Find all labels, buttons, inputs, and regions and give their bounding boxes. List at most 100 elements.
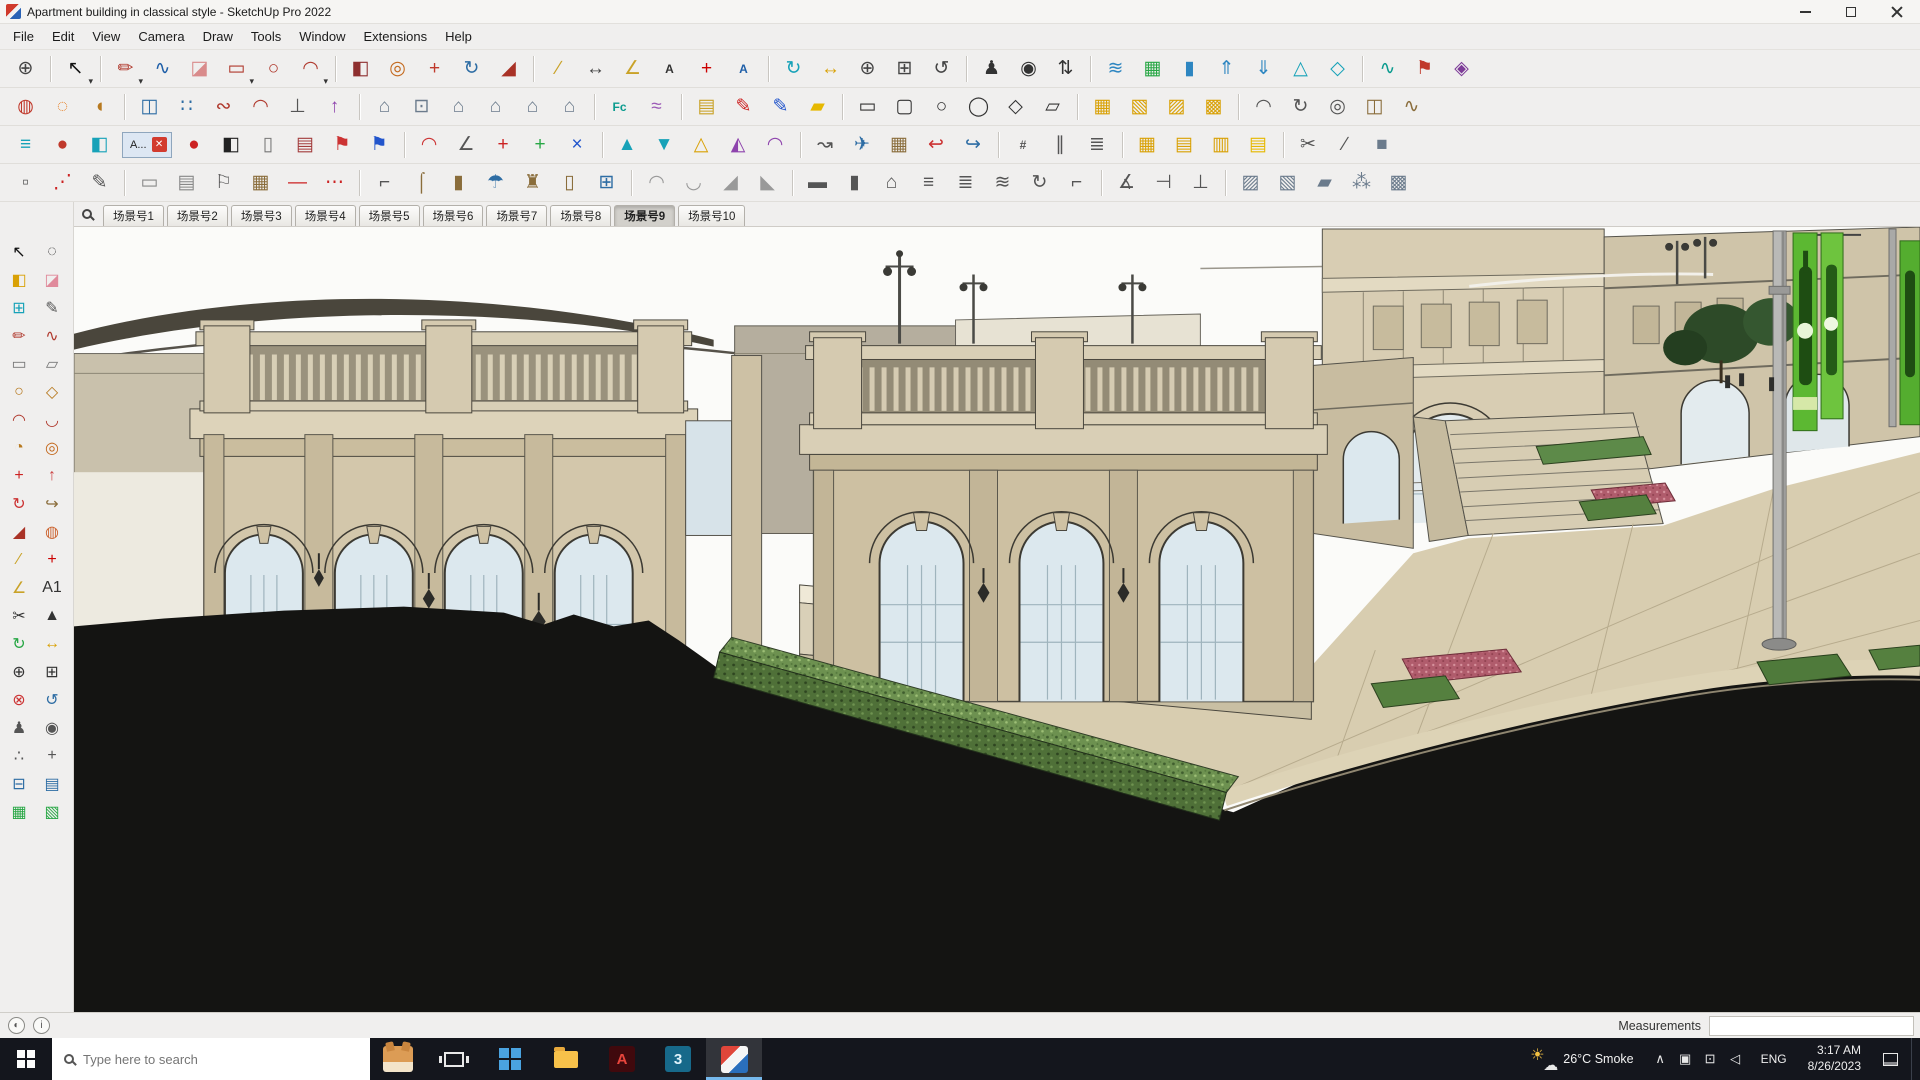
select-tool[interactable]: ↖: [4, 238, 35, 265]
escalator-tool[interactable]: ≣: [1080, 128, 1115, 161]
knife-tool[interactable]: ∕: [1328, 128, 1363, 161]
eraser-tool[interactable]: ◪: [182, 52, 217, 85]
spiral-stair-tool[interactable]: ↻: [1022, 166, 1057, 199]
rotate-tool[interactable]: ↻: [454, 52, 489, 85]
move-tool[interactable]: +: [417, 52, 452, 85]
undo-arc-tool[interactable]: ↩: [919, 128, 954, 161]
menu-edit[interactable]: Edit: [43, 26, 83, 47]
walk-tool[interactable]: ⇅: [1048, 52, 1083, 85]
extrude-tool[interactable]: ↑: [317, 90, 352, 123]
red-line-tool[interactable]: ―: [280, 166, 315, 199]
zoom-window-tool[interactable]: ⊞: [37, 658, 68, 685]
spray-tool[interactable]: ⁂: [1344, 166, 1379, 199]
zoom-tool[interactable]: ⊕: [850, 52, 885, 85]
section-plane-tool[interactable]: ⊟: [4, 770, 35, 797]
menu-camera[interactable]: Camera: [129, 26, 193, 47]
outline-flag-tool[interactable]: ⚐: [206, 166, 241, 199]
axes-tool[interactable]: +: [37, 546, 68, 573]
green-plus-tool[interactable]: +: [523, 128, 558, 161]
red-flag-tool[interactable]: ⚑: [325, 128, 360, 161]
iso-view-button[interactable]: ⌂: [367, 90, 402, 123]
arc-segment-tool[interactable]: ◠: [1246, 90, 1281, 123]
zigzag-tool[interactable]: ∿: [1394, 90, 1429, 123]
offset-tool[interactable]: ◎: [380, 52, 415, 85]
pie-tool[interactable]: ◔: [4, 434, 35, 461]
extension-flag-tool[interactable]: ⚑: [1407, 52, 1442, 85]
measurements-input[interactable]: [1709, 1015, 1914, 1036]
top-view-button[interactable]: ⊡: [404, 90, 439, 123]
scene-tab-10[interactable]: 场景号10: [678, 205, 746, 226]
zoom-extents-tool[interactable]: ⊗: [4, 686, 35, 713]
viewport-3d-model[interactable]: [74, 227, 1920, 1012]
front-view-button[interactable]: ⌂: [441, 90, 476, 123]
text-tool[interactable]: A1: [37, 574, 68, 601]
pan-tool[interactable]: ↔: [37, 630, 68, 657]
previous-view-tool[interactable]: ↺: [924, 52, 959, 85]
l-stair-tool[interactable]: ≣: [948, 166, 983, 199]
pyramid-tool[interactable]: △: [684, 128, 719, 161]
menu-tools[interactable]: Tools: [242, 26, 290, 47]
back-view-button[interactable]: ⌂: [515, 90, 550, 123]
pencil-tool[interactable]: ✎: [37, 294, 68, 321]
scene-tab-4[interactable]: 场景号4: [294, 205, 356, 226]
action-center-button[interactable]: [1873, 1038, 1907, 1080]
look-around-tool[interactable]: ◉: [37, 714, 68, 741]
round-corner-tool[interactable]: ◖: [82, 90, 117, 123]
pan-tool[interactable]: ↔: [813, 52, 848, 85]
material-box-tool[interactable]: ▧: [1270, 166, 1305, 199]
protractor-tool[interactable]: ∠: [4, 574, 35, 601]
smoove-tool[interactable]: ▮: [1172, 52, 1207, 85]
table-rows-tool[interactable]: ▤: [1241, 128, 1276, 161]
3ds-max-button[interactable]: 3: [650, 1038, 706, 1080]
two-point-arc-tool[interactable]: ◡: [37, 406, 68, 433]
materials-panel-tool[interactable]: ●: [45, 128, 80, 161]
drape-tool[interactable]: ⇓: [1246, 52, 1281, 85]
shape-rounded-rectangle-tool[interactable]: ▢: [887, 90, 922, 123]
scene-tab-9[interactable]: 场景号9: [614, 205, 676, 226]
column-tool[interactable]: ▮: [441, 166, 476, 199]
cone-tool[interactable]: ▲: [610, 128, 645, 161]
menu-extensions[interactable]: Extensions: [355, 26, 437, 47]
position-camera-tool[interactable]: ♟: [4, 714, 35, 741]
extension-diamond-tool[interactable]: ◈: [1444, 52, 1479, 85]
railing-tool[interactable]: ∥: [1043, 128, 1078, 161]
tape-measure-tool[interactable]: ∕: [541, 52, 576, 85]
solid-grid-tool[interactable]: ▩: [1196, 90, 1231, 123]
panel-tool[interactable]: ▭: [132, 166, 167, 199]
cube-frame-tool[interactable]: ▫: [8, 166, 43, 199]
scene-search-icon[interactable]: [82, 209, 92, 219]
paint-bucket-tool[interactable]: ◧: [4, 266, 35, 293]
level-tool[interactable]: ⊣: [1146, 166, 1181, 199]
shape-ellipse-tool[interactable]: ◯: [961, 90, 996, 123]
look-around-tool[interactable]: ◉: [1011, 52, 1046, 85]
pencil-edit-tool[interactable]: ✎: [82, 166, 117, 199]
red-marker-tool[interactable]: ✎: [726, 90, 761, 123]
molding-tool[interactable]: ⌠: [404, 166, 439, 199]
arc-tool[interactable]: ◠: [4, 406, 35, 433]
white-display-tool[interactable]: ▯: [251, 128, 286, 161]
menu-view[interactable]: View: [83, 26, 129, 47]
plumb-tool[interactable]: ⊥: [1183, 166, 1218, 199]
weather-widget[interactable]: ☀ ☁ 26°C Smoke: [1520, 1038, 1643, 1080]
scene-tab-6[interactable]: 场景号6: [422, 205, 484, 226]
flip-edge-tool[interactable]: ◇: [1320, 52, 1355, 85]
push-pull-tool[interactable]: ◧: [343, 52, 378, 85]
hatch-tool[interactable]: ▨: [1159, 90, 1194, 123]
polygon-tool[interactable]: ◇: [37, 378, 68, 405]
show-desktop-button[interactable]: [1911, 1038, 1918, 1080]
scene-tab-7[interactable]: 场景号7: [486, 205, 548, 226]
scale-tool[interactable]: ◢: [4, 518, 35, 545]
zoom-extents-tool[interactable]: ⊕: [8, 52, 43, 85]
zoom-window-tool[interactable]: ⊞: [887, 52, 922, 85]
turn-around-tool[interactable]: +: [37, 742, 68, 769]
rectangle-tool[interactable]: ▭: [4, 350, 35, 377]
shape-polygon-tool[interactable]: ◇: [998, 90, 1033, 123]
umbrella-tool[interactable]: ☂: [478, 166, 513, 199]
push-pull-tool[interactable]: ↑: [37, 462, 68, 489]
perpendicular-face-tool[interactable]: ⊥: [280, 90, 315, 123]
offset-tool[interactable]: ◎: [37, 434, 68, 461]
components-panel-tool[interactable]: ◧: [82, 128, 117, 161]
circle-tool[interactable]: ○: [256, 52, 291, 85]
zoom-tool[interactable]: ⊕: [4, 658, 35, 685]
profile-tool[interactable]: ⌐: [367, 166, 402, 199]
